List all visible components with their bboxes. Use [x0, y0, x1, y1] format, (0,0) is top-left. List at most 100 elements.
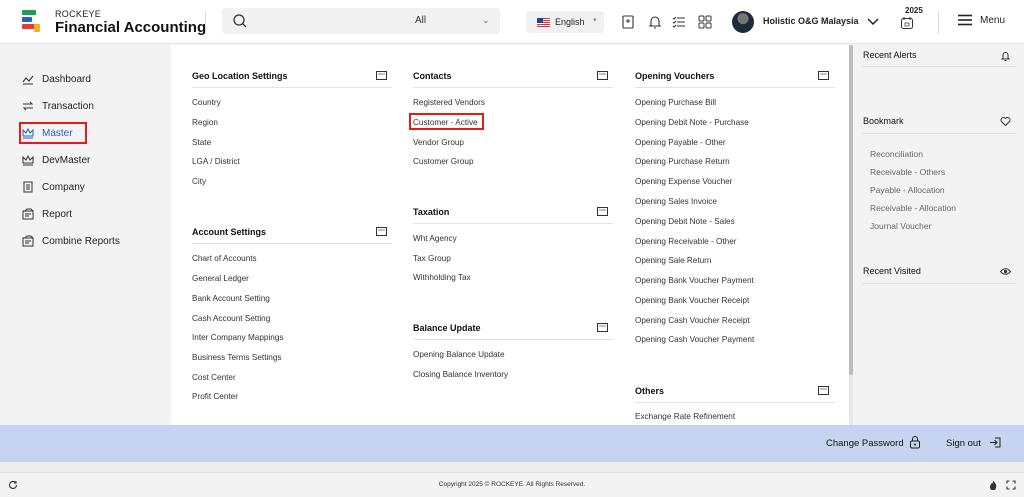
chevron-down-icon[interactable] — [866, 14, 880, 28]
sidebar-item-devmaster[interactable]: DevMaster — [22, 148, 162, 172]
menu-link[interactable]: Opening Receivable - Other — [635, 237, 737, 246]
menu-link[interactable]: Business Terms Settings — [192, 353, 282, 362]
menu-link[interactable]: General Ledger — [192, 274, 249, 283]
search-icon[interactable] — [232, 13, 248, 29]
bookmark-link[interactable]: Journal Voucher — [870, 221, 931, 231]
sidebar-item-label: Report — [42, 208, 73, 220]
menu-link[interactable]: Opening Payable - Other — [635, 138, 726, 147]
menu-button[interactable]: Menu — [958, 14, 1005, 26]
fiscal-year[interactable]: 2025 — [905, 6, 923, 15]
menu-link[interactable]: Opening Bank Voucher Receipt — [635, 296, 749, 305]
sidebar-item-combine-reports[interactable]: Combine Reports — [22, 229, 162, 253]
menu-link[interactable]: Opening Cash Voucher Payment — [635, 335, 754, 344]
search-scope-select[interactable]: All — [415, 15, 426, 26]
menu-link[interactable]: Cash Account Setting — [192, 314, 270, 323]
menu-link[interactable]: Country — [192, 98, 221, 107]
section-title-geo-location: Geo Location Settings — [192, 71, 288, 81]
menu-link[interactable]: Opening Cash Voucher Receipt — [635, 316, 750, 325]
menu-link[interactable]: Cost Center — [192, 373, 236, 382]
sidebar-item-label: Master — [42, 127, 73, 139]
section-collapse-icon[interactable] — [597, 71, 608, 80]
sidebar-item-transaction[interactable]: Transaction — [22, 94, 162, 118]
menu-link[interactable]: City — [192, 177, 206, 186]
avatar[interactable] — [732, 11, 754, 33]
section-collapse-icon[interactable] — [597, 207, 608, 216]
menu-link[interactable]: Bank Account Setting — [192, 294, 270, 303]
bookmark-link[interactable]: Receivable - Allocation — [870, 203, 956, 213]
language-label: English — [555, 17, 585, 27]
menu-link[interactable]: Wht Agency — [413, 234, 457, 243]
section-collapse-icon[interactable] — [376, 71, 387, 80]
menu-link[interactable]: Opening Balance Update — [413, 350, 505, 359]
menu-link[interactable]: Vendor Group — [413, 138, 464, 147]
menu-link[interactable]: Tax Group — [413, 254, 451, 263]
menu-link[interactable]: Profit Center — [192, 392, 238, 401]
apps-grid-icon[interactable] — [697, 14, 713, 30]
lock-icon[interactable] — [908, 435, 922, 449]
chevron-down-icon[interactable]: ⌄ — [482, 15, 490, 26]
sidebar-item-report[interactable]: Report — [22, 202, 162, 226]
bell-icon[interactable] — [647, 14, 663, 30]
section-collapse-icon[interactable] — [818, 386, 829, 395]
menu-link[interactable]: Withholding Tax — [413, 273, 471, 282]
menu-link[interactable]: Opening Sale Return — [635, 256, 711, 265]
sidebar-item-label: Combine Reports — [42, 235, 120, 247]
fire-icon[interactable] — [988, 480, 998, 490]
section-title-opening-vouchers: Opening Vouchers — [635, 71, 715, 81]
divider — [192, 87, 392, 88]
menu-link-customer-active[interactable]: Customer - Active — [413, 118, 478, 127]
report-icon — [22, 235, 34, 247]
menu-link[interactable]: Opening Expense Voucher — [635, 177, 732, 186]
calendar-icon[interactable] — [900, 16, 914, 30]
sidebar-item-company[interactable]: Company — [22, 175, 162, 199]
sign-out-link[interactable]: Sign out — [946, 438, 981, 449]
section-collapse-icon[interactable] — [376, 227, 387, 236]
menu-link[interactable]: Region — [192, 118, 218, 127]
menu-link[interactable]: Opening Debit Note - Sales — [635, 217, 735, 226]
fullscreen-icon[interactable] — [1006, 480, 1016, 490]
section-collapse-icon[interactable] — [818, 71, 829, 80]
hamburger-icon — [958, 14, 972, 26]
app-title: Financial Accounting — [55, 19, 207, 36]
right-panel — [853, 45, 1024, 425]
heart-icon[interactable] — [1000, 116, 1011, 127]
bookmark-add-icon[interactable] — [620, 14, 636, 30]
eye-icon[interactable] — [1000, 266, 1011, 277]
menu-link[interactable]: Closing Balance Inventory — [413, 370, 508, 379]
menu-link[interactable]: Registered Vendors — [413, 98, 485, 107]
sidebar-item-label: Dashboard — [42, 73, 91, 85]
bookmark-link[interactable]: Reconciliation — [870, 149, 923, 159]
checklist-icon[interactable] — [671, 14, 687, 30]
menu-link[interactable]: Opening Debit Note - Purchase — [635, 118, 749, 127]
menu-link[interactable]: Opening Purchase Bill — [635, 98, 716, 107]
bell-icon[interactable] — [1000, 50, 1011, 61]
menu-link[interactable]: State — [192, 138, 211, 147]
section-collapse-icon[interactable] — [597, 323, 608, 332]
search-input[interactable] — [222, 8, 500, 34]
bookmark-link[interactable]: Receivable - Others — [870, 167, 945, 177]
menu-label: Menu — [980, 14, 1006, 26]
sidebar-item-label: DevMaster — [42, 154, 91, 166]
company-name[interactable]: Holistic O&G Malaysia — [763, 16, 859, 26]
section-title-taxation: Taxation — [413, 207, 450, 217]
menu-link[interactable]: Opening Bank Voucher Payment — [635, 276, 754, 285]
menu-link[interactable]: Inter Company Mappings — [192, 333, 283, 342]
bookmark-link[interactable]: Payable - Allocation — [870, 185, 945, 195]
recent-visited-title: Recent Visited — [863, 266, 921, 276]
menu-link[interactable]: Opening Purchase Return — [635, 157, 730, 166]
top-header: ROCKEYE Financial Accounting All ⌄ Engli… — [0, 0, 1024, 44]
caret-down-icon[interactable]: ▾ — [593, 16, 597, 24]
menu-link[interactable]: Exchange Rate Refinement — [635, 412, 735, 421]
divider — [938, 10, 939, 34]
menu-link[interactable]: Opening Sales Invoice — [635, 197, 717, 206]
menu-link[interactable]: LGA / District — [192, 157, 240, 166]
divider — [0, 462, 1024, 472]
sign-out-icon[interactable] — [989, 436, 1002, 449]
change-password-link[interactable]: Change Password — [826, 438, 904, 449]
brand-name: ROCKEYE — [55, 9, 102, 19]
menu-link[interactable]: Customer Group — [413, 157, 474, 166]
divider — [635, 87, 835, 88]
menu-link[interactable]: Chart of Accounts — [192, 254, 257, 263]
sidebar-item-dashboard[interactable]: Dashboard — [22, 67, 162, 91]
sidebar-item-master[interactable]: Master — [22, 121, 162, 145]
